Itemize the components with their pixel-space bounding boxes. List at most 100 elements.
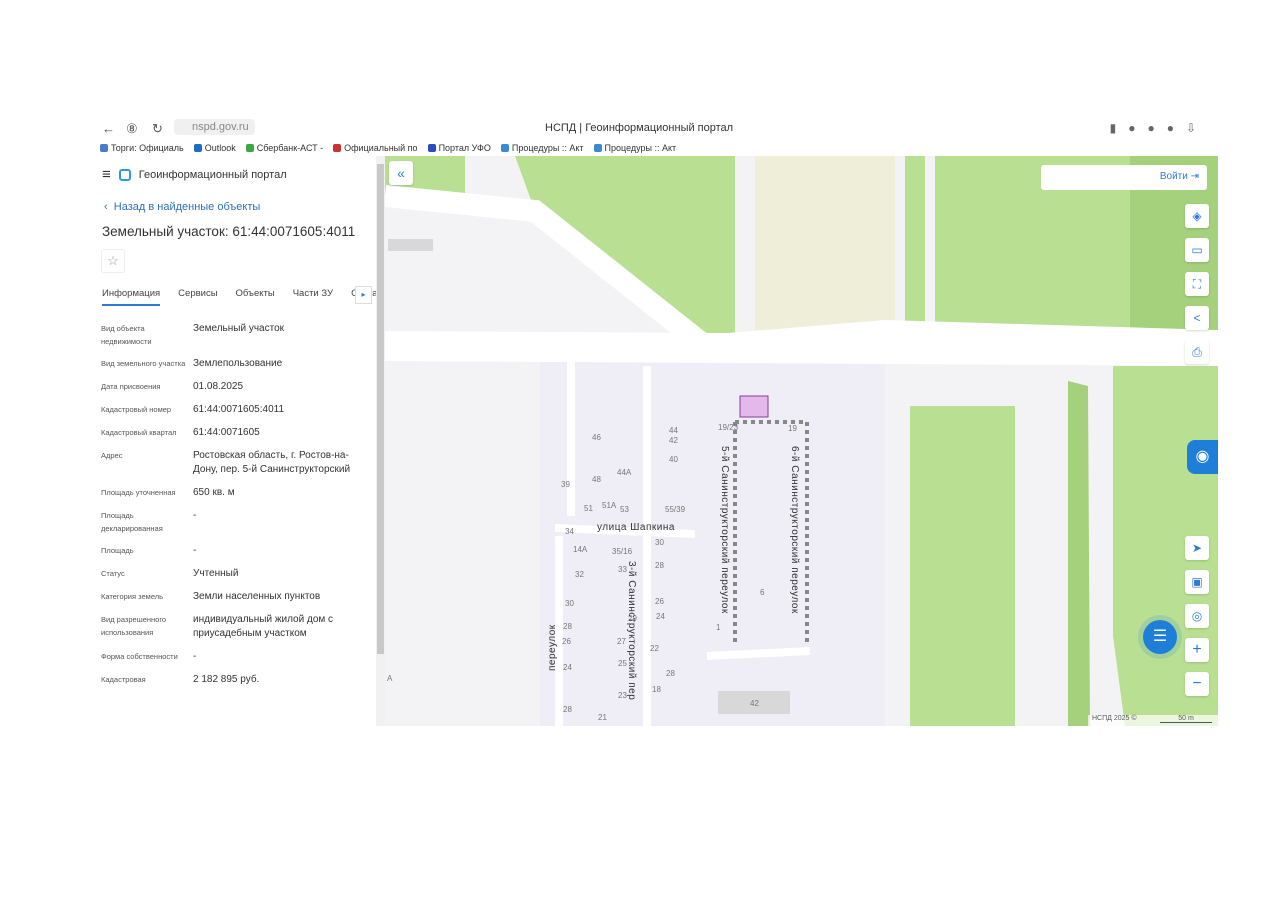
bookmark-item[interactable]: Торги: Официаль — [100, 143, 184, 153]
attribute-row: Кадастровый квартал 61:44:0071605 — [101, 426, 361, 440]
house-number: 30 — [565, 599, 574, 608]
attribute-key: Статус — [101, 569, 125, 578]
bookmark-label: Outlook — [204, 143, 236, 153]
zoom-in-button[interactable]: + — [1185, 638, 1209, 662]
area-select-icon[interactable]: ⛶ — [1185, 272, 1209, 296]
attribute-key: Дата присвоения — [101, 382, 161, 391]
layers-icon[interactable]: ◈ — [1185, 204, 1209, 228]
house-number: 46 — [592, 433, 601, 442]
house-number: 19/23 — [718, 423, 739, 432]
browser-extension-icons[interactable]: ▮●●●⇩ — [1110, 121, 1208, 135]
shield-icon[interactable]: ⑧ — [126, 121, 138, 137]
login-button[interactable]: Войти ⇥ — [1041, 165, 1207, 190]
bookmark-icon — [333, 144, 342, 152]
bookmark-item[interactable]: Портал УФО — [427, 143, 491, 153]
house-number: 39 — [561, 480, 570, 489]
reload-icon[interactable]: ↻ — [152, 121, 163, 137]
map-area — [910, 406, 1015, 726]
tab-1[interactable]: Сервисы — [178, 288, 217, 306]
attribute-value: - — [193, 651, 197, 662]
bookmark-label: Торги: Официаль — [111, 143, 184, 153]
attribute-key: Адрес — [101, 451, 123, 460]
attribute-value: 01.08.2025 — [193, 381, 244, 392]
house-number: 26 — [562, 637, 571, 646]
house-number: 24 — [563, 663, 572, 672]
attribute-value: индивидуальный жилой дом с приусадебным … — [193, 614, 334, 639]
house-number: 28 — [655, 561, 664, 570]
attribute-value: 61:44:0071605:4011 — [193, 404, 285, 415]
bookmark-item[interactable]: Outlook — [193, 143, 236, 153]
bookmark-item[interactable]: Сбербанк-АСТ - — [245, 143, 323, 153]
back-icon[interactable]: ← — [102, 121, 115, 136]
favorite-star-icon[interactable]: ☆ — [101, 249, 125, 273]
attribute-key: Кадастровая — [101, 675, 146, 684]
house-number: 48 — [592, 475, 601, 484]
bookmark-label: Портал УФО — [438, 143, 491, 153]
page-tab-title: НСПД | Геоинформационный портал — [545, 122, 734, 134]
street-label: 5-й Санинструкторский переулок — [719, 446, 730, 614]
house-number: 18 — [652, 685, 661, 694]
map-area — [905, 156, 925, 346]
house-number: 21 — [598, 713, 607, 722]
map-area — [1068, 381, 1090, 726]
back-link[interactable]: ‹ Назад в найденные объекты — [104, 201, 260, 213]
attribute-row: Вид земельного участка Землепользование — [101, 357, 361, 371]
attribute-key: Кадастровый квартал — [101, 428, 177, 437]
house-number: 24 — [656, 612, 665, 621]
map-area — [755, 156, 895, 341]
attribute-value: Ростовская область, г. Ростов-на-Дону, п… — [193, 450, 351, 475]
search-location-icon[interactable]: ◎ — [1185, 604, 1209, 628]
attribute-row: Площадь декларированная - — [101, 509, 361, 535]
info-panel: ≡ Геоинформационный портал ‹ Назад в най… — [90, 156, 385, 726]
bookmark-item[interactable]: Процедуры :: Акт — [593, 143, 676, 153]
attribute-value: 61:44:0071605 — [193, 427, 260, 438]
map-area — [388, 239, 433, 251]
bookmarks-bar: Торги: Официаль Outlook Сбербанк-АСТ - Офи… — [90, 140, 1218, 156]
attribute-key: Вид разрешенного использования — [101, 615, 167, 637]
attribute-row: Статус Учтенный — [101, 567, 361, 581]
ruler-icon[interactable]: ▭ — [1185, 238, 1209, 262]
tab-0[interactable]: Информация — [102, 288, 161, 306]
collapse-panel-button[interactable]: « — [389, 161, 413, 185]
street-label: 6-й Санинструкторский переулок — [789, 446, 800, 614]
house-number: 51 — [584, 504, 593, 513]
bookmark-icon — [500, 144, 509, 152]
bookmark-label: Официальный по — [344, 143, 418, 153]
road — [385, 331, 1218, 366]
minimap-icon[interactable]: ▣ — [1185, 570, 1209, 594]
bookmark-item[interactable]: Процедуры :: Акт — [500, 143, 584, 153]
house-number: 28 — [563, 705, 572, 714]
house-number: 14А — [573, 545, 588, 554]
house-number: 30 — [655, 538, 664, 547]
tab-3[interactable]: Части ЗУ — [293, 288, 333, 306]
attribute-key: Вид объекта недвижимости — [101, 324, 152, 346]
attribute-key: Категория земель — [101, 592, 164, 601]
tabs-next-button[interactable]: ▸ — [355, 286, 372, 304]
address-bar[interactable]: nspd.gov.ru — [174, 119, 255, 135]
house-number: 22 — [650, 644, 659, 653]
bookmark-item[interactable]: Официальный по — [333, 143, 418, 153]
attribute-list: Вид объекта недвижимости Земельный участо… — [101, 322, 361, 696]
assistant-tab-icon[interactable]: ◉ — [1187, 440, 1218, 474]
house-number: 28 — [563, 622, 572, 631]
house-number: 40 — [669, 455, 678, 464]
chat-button[interactable]: ☰ — [1143, 620, 1177, 654]
attribute-value: - — [193, 510, 197, 521]
panel-scrollbar[interactable] — [376, 156, 385, 726]
house-number: 53 — [620, 505, 629, 514]
print-icon[interactable]: ⎙ — [1185, 340, 1209, 364]
house-number: 6 — [760, 588, 765, 597]
house-number: А — [387, 674, 393, 683]
house-number: 28 — [666, 669, 675, 678]
selected-parcel — [739, 395, 769, 418]
map-view[interactable]: 19/23 19 46 44 42 40 48 44А 39 51 51А 53 55/39 34 30 14… — [385, 156, 1218, 726]
locate-icon[interactable]: ➤ — [1185, 536, 1209, 560]
attribute-row: Категория земель Земли населенных пунктов — [101, 590, 361, 604]
attribute-row: Форма собственности - — [101, 650, 361, 664]
attribution: НСПД 2025 © — [1092, 715, 1137, 722]
share-icon[interactable]: < — [1185, 306, 1209, 330]
zoom-out-button[interactable]: − — [1185, 672, 1209, 696]
menu-icon[interactable]: ≡ — [102, 166, 111, 183]
house-number: 27 — [617, 637, 626, 646]
tab-2[interactable]: Объекты — [236, 288, 275, 306]
